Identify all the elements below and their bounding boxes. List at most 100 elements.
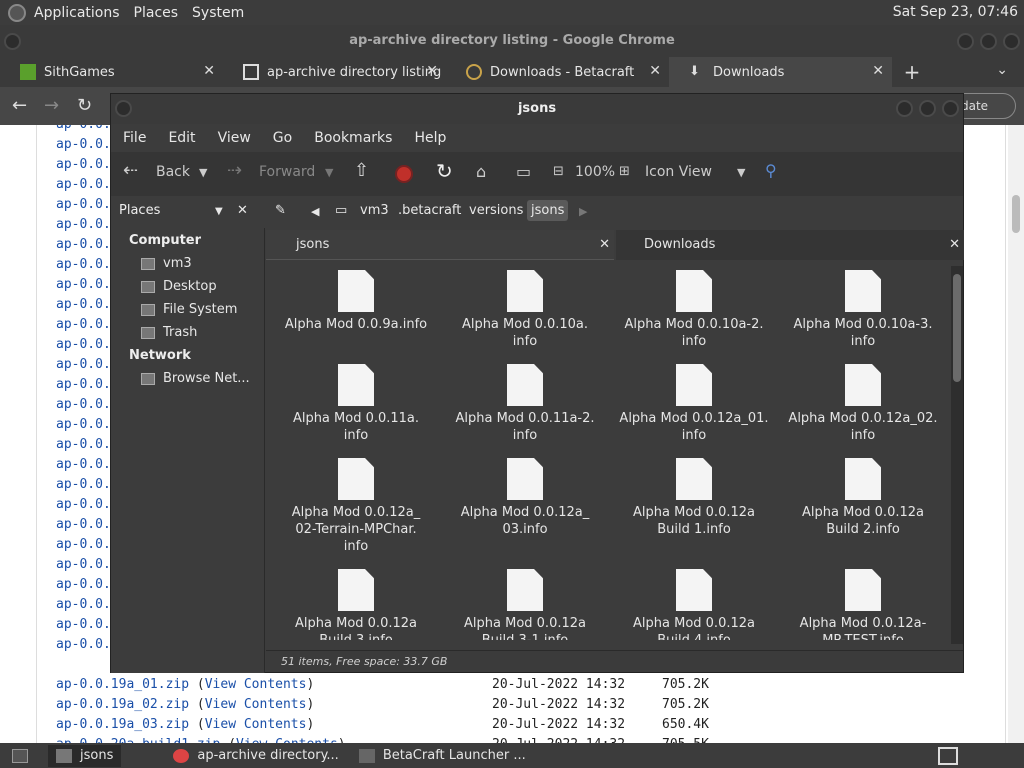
tab-downloads-betacraft[interactable]: Downloads - Betacraft ✕: [446, 57, 669, 87]
file-item[interactable]: Alpha Mod 0.0.11a-2. info: [445, 364, 605, 444]
reload-icon[interactable]: ↻: [77, 95, 92, 116]
maximize-icon[interactable]: [919, 100, 936, 117]
file-item[interactable]: Alpha Mod 0.0.12a_ 03.info: [445, 458, 605, 538]
minimize-icon[interactable]: [896, 100, 913, 117]
listing-row-prefix[interactable]: ap-0.0.: [56, 577, 111, 592]
listing-row-prefix[interactable]: ap-0.0.: [56, 477, 111, 492]
pane-tab-jsons[interactable]: jsons ✕: [266, 230, 614, 260]
file-link[interactable]: ap-0.0.19a_02.zip: [56, 697, 189, 712]
listing-row-prefix[interactable]: ap-0.0.: [56, 617, 111, 632]
listing-row-prefix[interactable]: ap-0.0.: [56, 125, 111, 132]
menu-bookmarks[interactable]: Bookmarks: [314, 130, 392, 146]
listing-row-prefix[interactable]: ap-0.0.: [56, 457, 111, 472]
computer-icon[interactable]: ▭: [516, 162, 531, 181]
listing-row-prefix[interactable]: ap-0.0.: [56, 517, 111, 532]
file-link[interactable]: ap-0.0.19a_03.zip: [56, 717, 189, 732]
file-item[interactable]: Alpha Mod 0.0.12a_ 02-Terrain-MPChar. info: [276, 458, 436, 555]
menu-places[interactable]: Places: [134, 5, 179, 21]
up-icon[interactable]: ⇧: [354, 160, 369, 181]
file-item[interactable]: Alpha Mod 0.0.12a Build 2.info: [783, 458, 943, 538]
tab-sithgames[interactable]: SithGames ✕: [0, 57, 223, 87]
zoom-in-icon[interactable]: ⊞: [619, 164, 630, 179]
forward-history-icon[interactable]: ▼: [325, 166, 333, 179]
sidebar-item-browse-network[interactable]: Browse Net...: [141, 371, 250, 386]
close-tab-icon[interactable]: ✕: [872, 63, 884, 79]
forward-icon[interactable]: ⇢: [227, 160, 242, 181]
zoom-out-icon[interactable]: ⊟: [553, 164, 564, 179]
home-icon[interactable]: ⌂: [476, 162, 486, 181]
listing-row-prefix[interactable]: ap-0.0.: [56, 297, 111, 312]
file-item[interactable]: Alpha Mod 0.0.10a-2. info: [614, 270, 774, 350]
menu-applications[interactable]: Applications: [34, 5, 120, 21]
close-pane-icon[interactable]: ✕: [599, 230, 610, 260]
close-icon[interactable]: [1003, 33, 1020, 50]
file-item[interactable]: Alpha Mod 0.0.12aBuild 4.info: [614, 569, 774, 640]
listing-row-prefix[interactable]: ap-0.0.: [56, 337, 111, 352]
menu-edit[interactable]: Edit: [168, 130, 195, 146]
reload-icon[interactable]: ↻: [436, 159, 453, 183]
file-item[interactable]: Alpha Mod 0.0.12aBuild 3.info: [276, 569, 436, 640]
file-item[interactable]: Alpha Mod 0.0.12a_02. info: [783, 364, 943, 444]
file-item[interactable]: Alpha Mod 0.0.9a.info: [276, 270, 436, 333]
file-item[interactable]: Alpha Mod 0.0.10a. info: [445, 270, 605, 350]
sidebar-item-desktop[interactable]: Desktop: [141, 279, 217, 294]
menu-file[interactable]: File: [123, 130, 146, 146]
listing-row-prefix[interactable]: ap-0.0.: [56, 537, 111, 552]
clock[interactable]: Sat Sep 23, 07:46: [893, 4, 1018, 20]
view-mode-select[interactable]: Icon View: [645, 164, 712, 180]
page-scrollbar[interactable]: [1008, 125, 1024, 743]
task-betacraft[interactable]: BetaCraft Launcher ...: [351, 745, 534, 767]
menu-view[interactable]: View: [218, 130, 251, 146]
listing-row-prefix[interactable]: ap-0.0.: [56, 317, 111, 332]
listing-row-prefix[interactable]: ap-0.0.: [56, 137, 111, 152]
sidebar-item-filesystem[interactable]: File System: [141, 302, 237, 317]
new-tab-button[interactable]: +: [892, 57, 932, 87]
listing-row-prefix[interactable]: ap-0.0.: [56, 217, 111, 232]
listing-row-prefix[interactable]: ap-0.0.: [56, 177, 111, 192]
listing-row-prefix[interactable]: ap-0.0.: [56, 377, 111, 392]
minimize-icon[interactable]: [957, 33, 974, 50]
listing-row-prefix[interactable]: ap-0.0.: [56, 277, 111, 292]
listing-row-prefix[interactable]: ap-0.0.: [56, 637, 111, 652]
file-item[interactable]: Alpha Mod 0.0.12a-MP-TEST.info: [783, 569, 943, 640]
close-pane-icon[interactable]: ✕: [949, 230, 960, 260]
menu-help[interactable]: Help: [414, 130, 446, 146]
workspace-switcher[interactable]: [938, 746, 958, 765]
stop-icon[interactable]: [395, 165, 413, 183]
view-contents-link[interactable]: View Contents: [205, 717, 307, 732]
listing-row-prefix[interactable]: ap-0.0.: [56, 357, 111, 372]
listing-row-prefix[interactable]: ap-0.0.: [56, 417, 111, 432]
task-chrome[interactable]: ap-archive directory...: [165, 745, 346, 767]
view-mode-chevron-icon[interactable]: ▼: [737, 166, 745, 179]
scrollbar-thumb[interactable]: [1012, 195, 1020, 233]
sidebar-item-trash[interactable]: Trash: [141, 325, 197, 340]
listing-row-prefix[interactable]: ap-0.0.: [56, 437, 111, 452]
file-item[interactable]: Alpha Mod 0.0.12aBuild 3-1.info: [445, 569, 605, 640]
window-menu-icon[interactable]: [115, 100, 132, 117]
listing-row-prefix[interactable]: ap-0.0.: [56, 557, 111, 572]
file-grid-scrollbar[interactable]: [951, 266, 963, 644]
scrollbar-thumb[interactable]: [953, 274, 961, 382]
back-history-icon[interactable]: ▼: [199, 166, 207, 179]
places-dropdown[interactable]: Places: [119, 203, 160, 218]
path-right-icon[interactable]: ▶: [579, 205, 587, 218]
tab-search-chevron-icon[interactable]: ⌄: [996, 62, 1008, 78]
tab-ap-archive[interactable]: ap-archive directory listing ✕: [223, 57, 446, 87]
close-tab-icon[interactable]: ✕: [649, 63, 661, 79]
listing-row-prefix[interactable]: ap-0.0.: [56, 257, 111, 272]
forward-arrow-icon[interactable]: →: [44, 95, 59, 116]
path-segment-versions[interactable]: versions: [469, 203, 523, 218]
task-jsons[interactable]: jsons: [48, 744, 122, 767]
sidebar-item-vm3[interactable]: vm3: [141, 256, 192, 271]
show-desktop-button[interactable]: [4, 745, 44, 767]
menu-go[interactable]: Go: [273, 130, 292, 146]
listing-row-prefix[interactable]: ap-0.0.: [56, 237, 111, 252]
maximize-icon[interactable]: [980, 33, 997, 50]
places-chevron-icon[interactable]: ▼: [215, 206, 223, 217]
path-segment-jsons[interactable]: jsons: [527, 200, 569, 221]
listing-row-prefix[interactable]: ap-0.0.: [56, 497, 111, 512]
file-item[interactable]: Alpha Mod 0.0.11a. info: [276, 364, 436, 444]
listing-row-prefix[interactable]: ap-0.0.: [56, 197, 111, 212]
forward-button[interactable]: Forward: [259, 164, 315, 180]
file-item[interactable]: Alpha Mod 0.0.12a_01. info: [614, 364, 774, 444]
